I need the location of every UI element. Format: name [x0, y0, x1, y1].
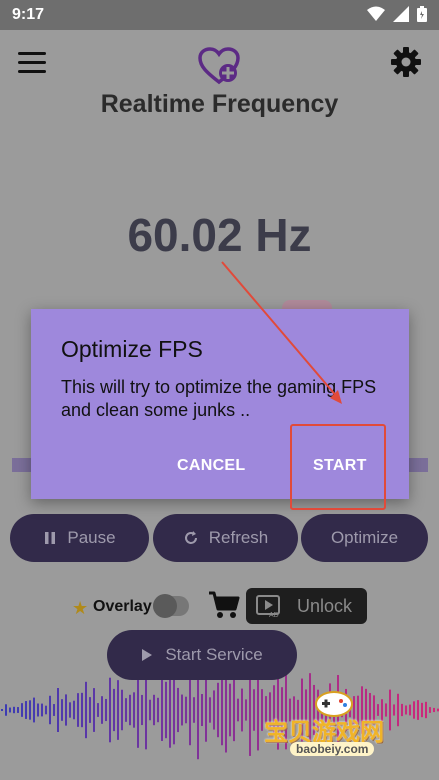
pause-button[interactable]: Pause	[10, 514, 149, 562]
annotation-highlight-box	[290, 424, 386, 510]
battery-icon	[417, 6, 427, 22]
ad-badge: AD	[269, 612, 279, 619]
status-icons	[367, 6, 427, 22]
pause-label: Pause	[67, 528, 116, 547]
start-service-button[interactable]: Start Service	[107, 630, 297, 680]
star-icon: ★	[72, 598, 89, 618]
gear-icon[interactable]	[390, 46, 422, 78]
unlock-button[interactable]: AD Unlock	[246, 588, 367, 624]
watermark: 宝贝游戏网 baobeiy.com	[264, 688, 409, 768]
progress-track-left	[12, 458, 32, 472]
unlock-label: Unlock	[297, 596, 353, 616]
refresh-button[interactable]: Refresh	[153, 514, 298, 562]
page-title: Realtime Frequency	[100, 90, 339, 118]
pause-icon	[45, 532, 56, 544]
dialog-cancel-button[interactable]: CANCEL	[177, 457, 245, 475]
status-time: 9:17	[12, 6, 45, 23]
frequency-readout: 60.02 Hz	[127, 209, 312, 261]
refresh-icon	[184, 531, 197, 544]
refresh-label: Refresh	[208, 528, 269, 547]
wifi-icon	[367, 6, 385, 21]
signal-icon	[393, 6, 409, 22]
menu-icon[interactable]	[18, 52, 46, 73]
optimize-button[interactable]: Optimize	[301, 514, 428, 562]
watermark-url: baobeiy.com	[290, 742, 375, 756]
cart-icon[interactable]	[207, 589, 241, 621]
progress-track-right	[408, 458, 428, 472]
overlay-label: Overlay	[93, 598, 152, 615]
play-icon	[142, 649, 153, 661]
start-service-label: Start Service	[165, 645, 263, 664]
status-bar: 9:17	[0, 0, 439, 30]
heart-plus-icon	[198, 47, 240, 85]
dialog-title: Optimize FPS	[61, 336, 203, 362]
dialog-message: This will try to optimize the gaming FPS…	[61, 377, 377, 420]
overlay-toggle-knob[interactable]	[153, 594, 177, 618]
optimize-label: Optimize	[330, 528, 399, 547]
